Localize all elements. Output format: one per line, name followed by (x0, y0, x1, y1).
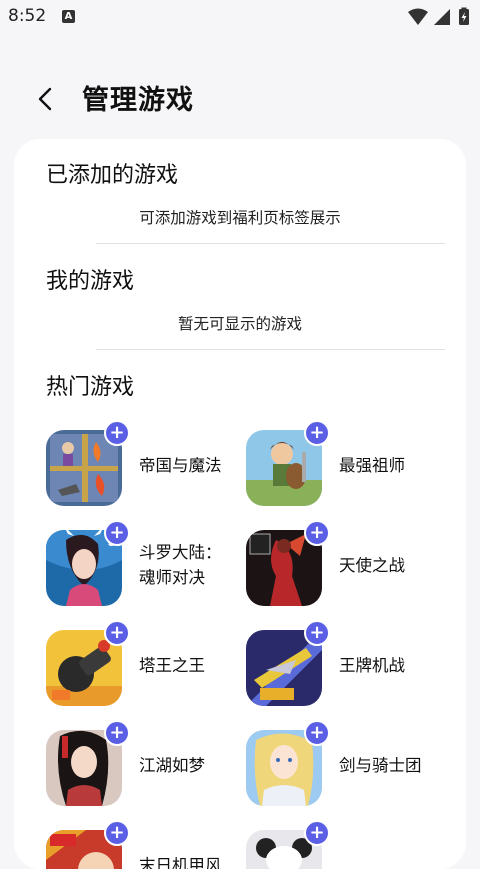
battery-icon (459, 7, 469, 25)
game-name: 王牌机战 (339, 656, 405, 675)
add-game-button[interactable]: + (304, 620, 330, 646)
game-item-empire-magic[interactable]: + 帝国与魔法 (46, 420, 246, 506)
game-item-doomsday-mecha[interactable]: + 末日机甲风 (46, 820, 246, 869)
add-game-button[interactable]: + (304, 820, 330, 846)
divider (96, 243, 445, 244)
added-games-hint: 可添加游戏到福利页标签展示 (139, 209, 341, 227)
back-button[interactable] (28, 78, 64, 118)
add-game-button[interactable]: + (304, 720, 330, 746)
game-name: 帝国与魔法 (139, 456, 222, 475)
wifi-icon (408, 8, 428, 25)
game-name-line: 魂师对决 (139, 568, 205, 587)
add-game-button[interactable]: + (304, 420, 330, 446)
my-games-title: 我的游戏 (46, 269, 135, 294)
game-item-ace-mecha[interactable]: + 王牌机战 (246, 620, 446, 706)
game-name-line: 斗罗大陆： (139, 543, 222, 562)
add-game-button[interactable]: + (304, 520, 330, 546)
status-time: 8:52 (8, 6, 47, 26)
game-item-tower-king[interactable]: + 塔王之王 (46, 620, 246, 706)
add-game-button[interactable]: + (104, 420, 130, 446)
game-name: 天使之战 (339, 556, 405, 575)
game-name: 塔王之王 (139, 656, 205, 675)
add-game-button[interactable]: + (104, 720, 130, 746)
game-name: 江湖如梦 (139, 756, 205, 775)
add-game-button[interactable]: + (104, 820, 130, 846)
back-arrow-icon (38, 87, 52, 111)
game-item-jianghu-dream[interactable]: + 江湖如梦 (46, 720, 246, 806)
hot-games-title: 热门游戏 (46, 375, 135, 400)
add-game-button[interactable]: + (104, 520, 130, 546)
my-games-empty-text: 暂无可显示的游戏 (177, 315, 302, 333)
signal-icon (434, 9, 450, 25)
game-name: 剑与骑士团 (339, 756, 422, 775)
game-item-angel-war[interactable]: + 天使之战 (246, 520, 446, 606)
game-name: 斗罗大陆： 魂师对决 (139, 540, 249, 590)
header: 管理游戏 (0, 70, 480, 126)
page-title: 管理游戏 (82, 85, 194, 116)
divider (96, 349, 445, 350)
notification-icon: A (62, 10, 75, 23)
system-status-icons (408, 7, 469, 25)
game-item-sword-knights[interactable]: + 剑与骑士团 (246, 720, 446, 806)
game-name: 最强祖师 (339, 456, 405, 475)
game-name: 末日机甲风 (139, 856, 222, 869)
added-games-title: 已添加的游戏 (46, 163, 179, 188)
games-card: 已添加的游戏 可添加游戏到福利页标签展示 我的游戏 暂无可显示的游戏 热门游戏 … (14, 139, 466, 869)
game-item-douluo[interactable]: 3 + 斗罗大陆： 魂师对决 (46, 520, 249, 606)
game-item-unknown[interactable]: + (246, 820, 446, 869)
status-bar: 8:52 A (0, 0, 480, 34)
game-item-strongest-master[interactable]: + 最强祖师 (246, 420, 446, 506)
add-game-button[interactable]: + (104, 620, 130, 646)
